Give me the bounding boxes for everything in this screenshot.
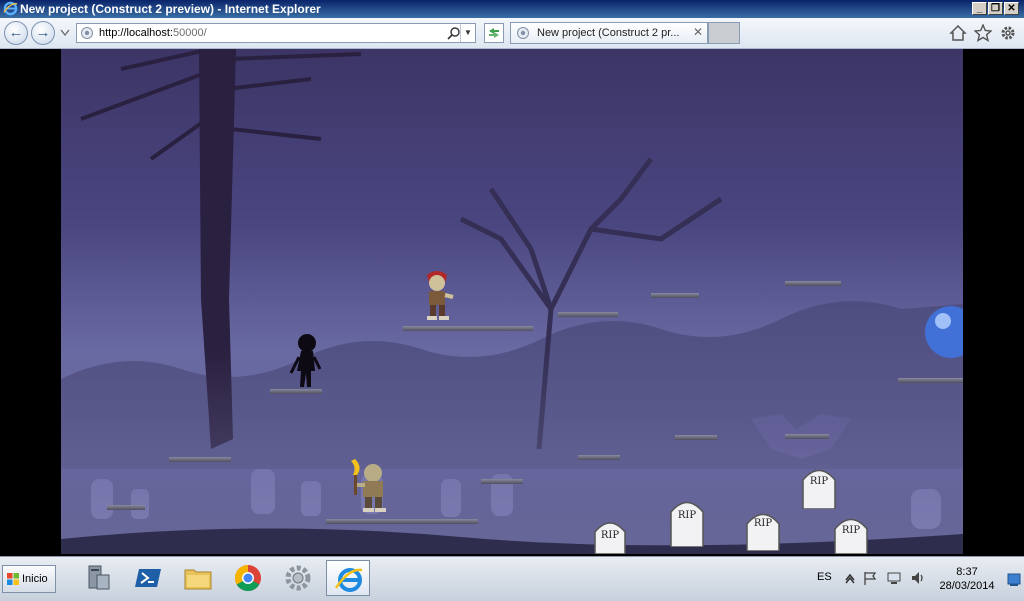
platform xyxy=(651,293,699,298)
platform xyxy=(270,389,322,394)
minimize-button[interactable]: _ xyxy=(972,2,987,15)
clock-time: 8:37 xyxy=(956,566,978,578)
address-dropdown-icon[interactable]: ▼ xyxy=(460,24,475,42)
windows-logo-icon xyxy=(7,573,19,585)
taskbar-internet-explorer[interactable] xyxy=(326,560,370,596)
browser-navigation-bar: ← → http://localhost:50000/ ▼ New projec… xyxy=(0,18,1024,49)
tombstone-label: RIP xyxy=(677,510,697,521)
show-hidden-icons-icon[interactable] xyxy=(842,570,858,586)
platform xyxy=(403,326,533,331)
taskbar-chrome[interactable] xyxy=(226,560,270,596)
server-manager-icon xyxy=(88,565,110,590)
tab-label: New project (Construct 2 pr... xyxy=(537,27,680,39)
tab-close-icon[interactable]: ✕ xyxy=(693,25,703,39)
url-path: 50000/ xyxy=(173,27,207,39)
platform xyxy=(558,312,618,317)
favorites-star-icon[interactable] xyxy=(974,24,992,42)
refresh-button[interactable] xyxy=(484,23,504,43)
show-desktop-icon[interactable] xyxy=(1006,565,1022,593)
refresh-icon xyxy=(489,28,499,38)
taskbar-powershell[interactable] xyxy=(126,560,170,596)
home-icon[interactable] xyxy=(949,24,967,42)
internet-explorer-icon xyxy=(3,1,18,16)
platform xyxy=(785,434,829,439)
tombstone-label: RIP xyxy=(809,476,829,487)
tombstone: RIP xyxy=(833,514,869,554)
taskbar-settings[interactable] xyxy=(276,560,320,596)
back-button[interactable]: ← xyxy=(4,21,28,45)
platform xyxy=(675,435,717,440)
platform xyxy=(326,519,478,524)
platform xyxy=(107,505,145,510)
address-bar[interactable]: http://localhost:50000/ ▼ xyxy=(76,23,476,43)
volume-icon[interactable] xyxy=(910,570,926,586)
player-character xyxy=(289,334,322,387)
start-button[interactable]: Inicio xyxy=(2,565,56,593)
platform xyxy=(169,457,231,462)
language-indicator[interactable]: ES xyxy=(817,571,832,583)
game-viewport: RIP RIP RIP RIP RIP xyxy=(0,49,1024,556)
search-icon[interactable] xyxy=(447,26,461,40)
zombie-enemy xyxy=(427,271,454,320)
action-center-flag-icon[interactable] xyxy=(862,570,878,586)
window-title: New project (Construct 2 preview) - Inte… xyxy=(20,2,321,16)
chrome-icon xyxy=(234,564,261,592)
history-dropdown-icon[interactable] xyxy=(60,29,70,37)
clock-date: 28/03/2014 xyxy=(939,580,995,592)
platform xyxy=(785,281,841,286)
page-icon xyxy=(517,27,529,39)
tombstone: RIP xyxy=(593,518,627,554)
platform xyxy=(481,479,523,484)
settings-gear-icon[interactable] xyxy=(999,24,1017,42)
tombstone-label: RIP xyxy=(753,518,773,529)
close-button[interactable]: ✕ xyxy=(1004,2,1019,15)
tombstone: RIP xyxy=(669,497,705,547)
gear-icon xyxy=(285,565,311,591)
start-label: Inicio xyxy=(22,573,48,585)
folder-icon xyxy=(184,569,212,590)
restore-button[interactable]: ❐ xyxy=(988,2,1003,15)
tab-new-project[interactable]: New project (Construct 2 pr... ✕ xyxy=(510,22,708,44)
tombstone-label: RIP xyxy=(600,530,620,541)
tombstone: RIP xyxy=(745,509,781,551)
game-canvas[interactable]: RIP RIP RIP RIP RIP xyxy=(61,49,963,554)
address-url[interactable]: http://localhost:50000/ xyxy=(99,27,207,39)
tombstone: RIP xyxy=(801,465,837,509)
taskbar-server-manager[interactable] xyxy=(76,560,120,596)
url-host: http://localhost: xyxy=(99,27,173,39)
platform xyxy=(578,455,620,460)
new-tab-button[interactable] xyxy=(708,22,740,44)
zombie-torch-enemy xyxy=(351,459,386,512)
platform xyxy=(898,378,963,383)
powershell-icon xyxy=(135,569,161,587)
windows-taskbar: Inicio ES 8:37 28/03/2014 xyxy=(0,556,1024,601)
system-clock[interactable]: 8:37 28/03/2014 xyxy=(932,565,1002,593)
window-title-bar[interactable]: New project (Construct 2 preview) - Inte… xyxy=(0,0,1024,18)
network-icon[interactable] xyxy=(886,570,902,586)
taskbar-file-explorer[interactable] xyxy=(176,560,220,596)
internet-explorer-icon xyxy=(334,568,363,592)
page-icon xyxy=(81,27,93,39)
tombstone-label: RIP xyxy=(841,525,861,536)
forward-button[interactable]: → xyxy=(31,21,55,45)
